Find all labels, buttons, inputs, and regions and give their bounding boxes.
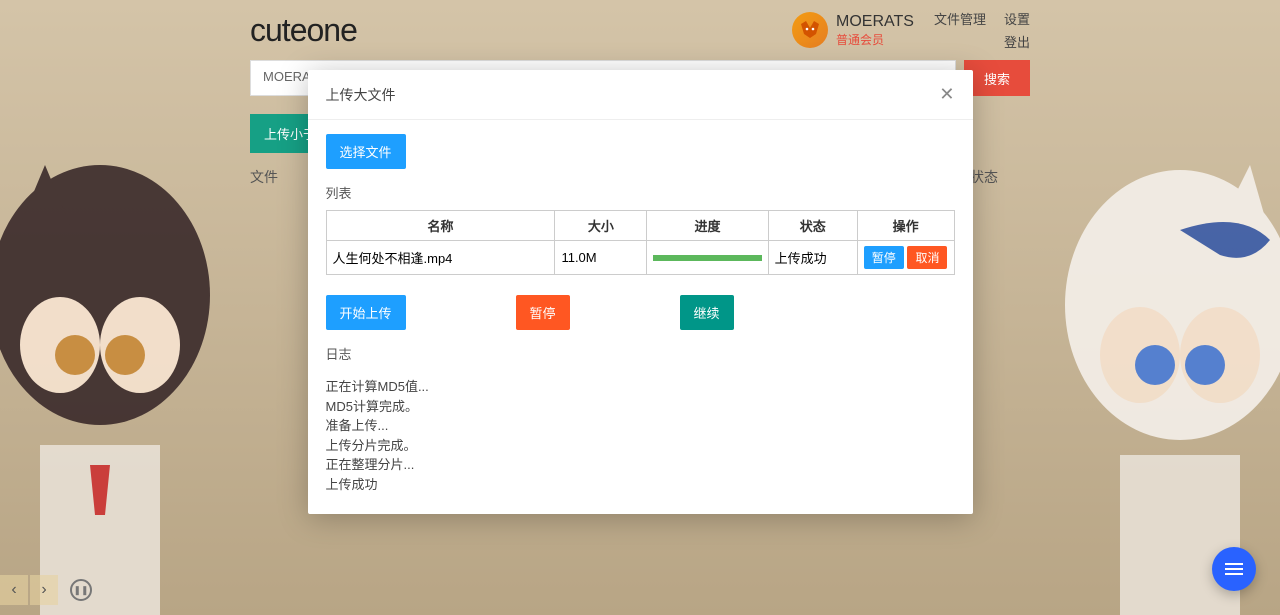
- log-line: 上传分片完成。: [326, 436, 955, 456]
- cell-name: 人生何处不相逢.mp4: [326, 241, 555, 275]
- upload-table: 名称 大小 进度 状态 操作 人生何处不相逢.mp4 11.0M 上传成功: [326, 210, 955, 275]
- cell-ops: 暂停 取消: [857, 241, 954, 275]
- th-status: 状态: [768, 211, 857, 241]
- log-line: 正在计算MD5值...: [326, 377, 955, 397]
- row-pause-button[interactable]: 暂停: [864, 246, 904, 269]
- progress-bar: [653, 255, 761, 261]
- close-icon[interactable]: ✕: [939, 84, 954, 105]
- table-row: 人生何处不相逢.mp4 11.0M 上传成功 暂停 取消: [326, 241, 954, 275]
- th-size: 大小: [555, 211, 647, 241]
- row-cancel-button[interactable]: 取消: [907, 246, 947, 269]
- pause-button[interactable]: 暂停: [516, 295, 570, 330]
- action-row: 开始上传 暂停 继续: [326, 295, 955, 330]
- list-label: 列表: [326, 183, 955, 202]
- log-line: 上传成功: [326, 475, 955, 495]
- log-line: MD5计算完成。: [326, 397, 955, 417]
- upload-modal: 上传大文件 ✕ 选择文件 列表 名称 大小 进度 状态 操作: [308, 70, 973, 514]
- th-name: 名称: [326, 211, 555, 241]
- table-header-row: 名称 大小 进度 状态 操作: [326, 211, 954, 241]
- modal-body: 选择文件 列表 名称 大小 进度 状态 操作 人生何处不相逢.mp4: [308, 120, 973, 514]
- log-line: 准备上传...: [326, 416, 955, 436]
- cell-progress: [647, 241, 768, 275]
- modal-title: 上传大文件: [326, 85, 396, 105]
- log-block: 正在计算MD5值... MD5计算完成。 准备上传... 上传分片完成。 正在整…: [326, 377, 955, 494]
- log-line: 正在整理分片...: [326, 455, 955, 475]
- choose-file-button[interactable]: 选择文件: [326, 134, 406, 169]
- th-ops: 操作: [857, 211, 954, 241]
- th-progress: 进度: [647, 211, 768, 241]
- modal-header: 上传大文件 ✕: [308, 70, 973, 120]
- cell-size: 11.0M: [555, 241, 647, 275]
- cell-status: 上传成功: [768, 241, 857, 275]
- log-label: 日志: [326, 344, 955, 363]
- continue-button[interactable]: 继续: [680, 295, 734, 330]
- modal-overlay: 上传大文件 ✕ 选择文件 列表 名称 大小 进度 状态 操作: [0, 0, 1280, 615]
- start-upload-button[interactable]: 开始上传: [326, 295, 406, 330]
